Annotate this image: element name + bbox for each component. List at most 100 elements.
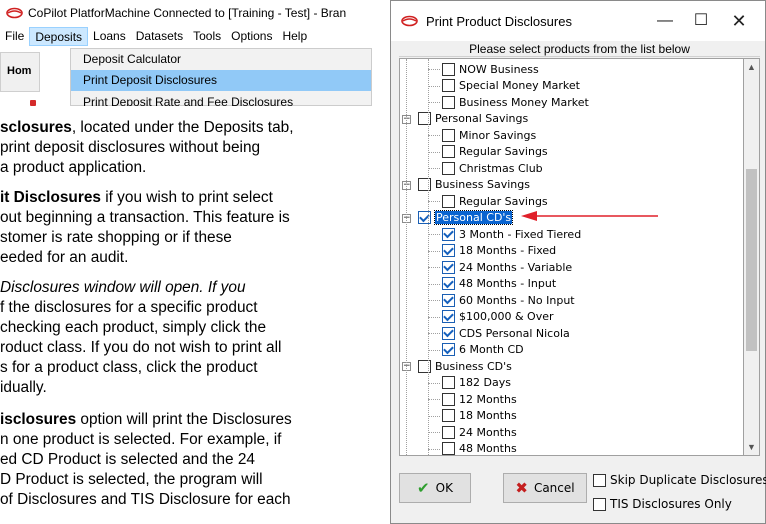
tree-label[interactable]: 24 Months xyxy=(459,426,517,439)
tree-label[interactable]: Personal Savings xyxy=(435,112,528,125)
tree-product[interactable]: 48 Months xyxy=(442,441,517,455)
tree-checkbox[interactable] xyxy=(442,79,455,92)
tree-checkbox[interactable] xyxy=(442,244,455,257)
tree-label[interactable]: $100,000 & Over xyxy=(459,310,554,323)
tree-checkbox[interactable] xyxy=(418,178,431,191)
tree-checkbox[interactable] xyxy=(442,442,455,455)
tree-category[interactable]: Personal CD's xyxy=(418,210,514,226)
tree-product[interactable]: Business Money Market xyxy=(442,94,589,110)
tree-product[interactable]: Minor Savings xyxy=(442,127,536,143)
skip-duplicate-box[interactable] xyxy=(593,473,606,487)
tree-product[interactable]: CDS Personal Nicola xyxy=(442,325,570,341)
tree-category[interactable]: Business Savings xyxy=(418,177,530,193)
tree-product[interactable]: Christmas Club xyxy=(442,160,543,176)
tree-product[interactable]: Special Money Market xyxy=(442,78,580,94)
menu-print-rate-fee-disclosures[interactable]: Print Deposit Rate and Fee Disclosures xyxy=(71,91,371,106)
ok-button[interactable]: ✔ OK xyxy=(399,473,471,503)
tree-label[interactable]: 6 Month CD xyxy=(459,343,524,356)
menu-tools[interactable]: Tools xyxy=(188,27,226,46)
tree-label[interactable]: Business Money Market xyxy=(459,96,589,109)
menu-loans[interactable]: Loans xyxy=(88,27,131,46)
tree-checkbox[interactable] xyxy=(442,128,455,142)
tree-scrollbar[interactable]: ▲ ▼ xyxy=(744,58,760,456)
tree-label[interactable]: Special Money Market xyxy=(459,79,580,92)
tree-checkbox[interactable] xyxy=(442,260,455,274)
skip-duplicate-checkbox[interactable]: Skip Duplicate Disclosures xyxy=(593,473,766,487)
menu-deposit-calculator[interactable]: Deposit Calculator xyxy=(71,49,371,70)
scroll-up-icon[interactable]: ▲ xyxy=(744,59,759,75)
tree-connector xyxy=(428,432,440,433)
menu-help[interactable]: Help xyxy=(277,27,312,46)
close-icon[interactable]: ✕ xyxy=(727,9,751,33)
tree-product[interactable]: 18 Months - Fixed xyxy=(442,243,556,259)
tree-product[interactable]: 48 Months - Input xyxy=(442,276,556,292)
cancel-button[interactable]: ✖ Cancel xyxy=(503,473,587,503)
maximize-icon[interactable]: ☐ xyxy=(689,9,713,33)
tree-checkbox[interactable] xyxy=(442,194,455,208)
menu-file[interactable]: File xyxy=(0,27,29,46)
tree-label[interactable]: 24 Months - Variable xyxy=(459,261,572,274)
tree-label[interactable]: 48 Months xyxy=(459,442,517,455)
tree-checkbox[interactable] xyxy=(442,227,455,241)
tree-checkbox[interactable] xyxy=(442,310,455,323)
tree-product[interactable]: 12 Months xyxy=(442,391,517,407)
scroll-down-icon[interactable]: ▼ xyxy=(744,439,759,455)
doc-line-bold: isclosures xyxy=(0,411,77,428)
tree-label[interactable]: Regular Savings xyxy=(459,195,548,208)
tree-label[interactable]: 48 Months - Input xyxy=(459,277,556,290)
tree-checkbox[interactable] xyxy=(442,392,455,406)
tree-label[interactable]: 18 Months xyxy=(459,409,517,422)
minimize-icon[interactable]: — xyxy=(653,9,677,33)
tree-label[interactable]: 60 Months - No Input xyxy=(459,294,575,307)
tis-only-box[interactable] xyxy=(593,497,606,511)
tree-label[interactable]: NOW Business xyxy=(459,63,539,76)
menu-options[interactable]: Options xyxy=(226,27,277,46)
tree-checkbox[interactable] xyxy=(442,145,455,158)
copilot-logo-icon xyxy=(6,7,23,18)
home-tab[interactable]: Hom xyxy=(0,52,40,92)
product-tree[interactable]: NOW Business Special Money Market Business… xyxy=(399,58,744,456)
tree-checkbox[interactable] xyxy=(442,425,455,439)
tree-label[interactable]: Business Savings xyxy=(435,178,530,191)
tree-checkbox[interactable] xyxy=(442,62,455,76)
menu-deposits[interactable]: Deposits xyxy=(29,26,89,46)
tree-label[interactable]: 12 Months xyxy=(459,393,517,406)
tree-label[interactable]: Minor Savings xyxy=(459,129,536,142)
tree-checkbox[interactable] xyxy=(442,95,455,109)
tree-checkbox[interactable] xyxy=(418,359,431,373)
tree-label[interactable]: CDS Personal Nicola xyxy=(459,327,570,340)
tree-product[interactable]: 182 Days xyxy=(442,375,511,391)
tree-label[interactable]: Christmas Club xyxy=(459,162,543,175)
tree-checkbox[interactable] xyxy=(442,326,455,340)
tree-checkbox[interactable] xyxy=(418,112,431,125)
tree-label[interactable]: 3 Month - Fixed Tiered xyxy=(459,228,581,241)
tis-only-checkbox[interactable]: TIS Disclosures Only xyxy=(593,497,732,511)
scroll-thumb[interactable] xyxy=(746,169,757,351)
tree-product[interactable]: 24 Months xyxy=(442,424,517,440)
tree-checkbox[interactable] xyxy=(442,161,455,175)
tree-label[interactable]: Regular Savings xyxy=(459,145,548,158)
tree-checkbox[interactable] xyxy=(442,293,455,307)
tree-product[interactable]: 18 Months xyxy=(442,408,517,424)
menu-datasets[interactable]: Datasets xyxy=(131,27,188,46)
tree-product[interactable]: 24 Months - Variable xyxy=(442,259,572,275)
tree-category[interactable]: Personal Savings xyxy=(418,111,528,127)
tree-product[interactable]: 3 Month - Fixed Tiered xyxy=(442,226,581,242)
tree-label[interactable]: Business CD's xyxy=(435,360,512,373)
tree-label[interactable]: Personal CD's xyxy=(433,210,514,225)
tree-checkbox[interactable] xyxy=(442,409,455,422)
tree-product[interactable]: Regular Savings xyxy=(442,193,548,209)
tree-checkbox[interactable] xyxy=(442,277,455,290)
tree-label[interactable]: 182 Days xyxy=(459,376,511,389)
tree-product[interactable]: NOW Business xyxy=(442,61,539,77)
tree-product[interactable]: 6 Month CD xyxy=(442,342,524,358)
tree-product[interactable]: $100,000 & Over xyxy=(442,309,554,325)
tree-category[interactable]: Business CD's xyxy=(418,358,512,374)
tree-checkbox[interactable] xyxy=(418,211,431,224)
tree-checkbox[interactable] xyxy=(442,376,455,389)
tree-product[interactable]: Regular Savings xyxy=(442,144,548,160)
tree-label[interactable]: 18 Months - Fixed xyxy=(459,244,556,257)
tree-checkbox[interactable] xyxy=(442,343,455,356)
tree-product[interactable]: 60 Months - No Input xyxy=(442,292,575,308)
menu-print-deposit-disclosures[interactable]: Print Deposit Disclosures xyxy=(71,70,371,91)
